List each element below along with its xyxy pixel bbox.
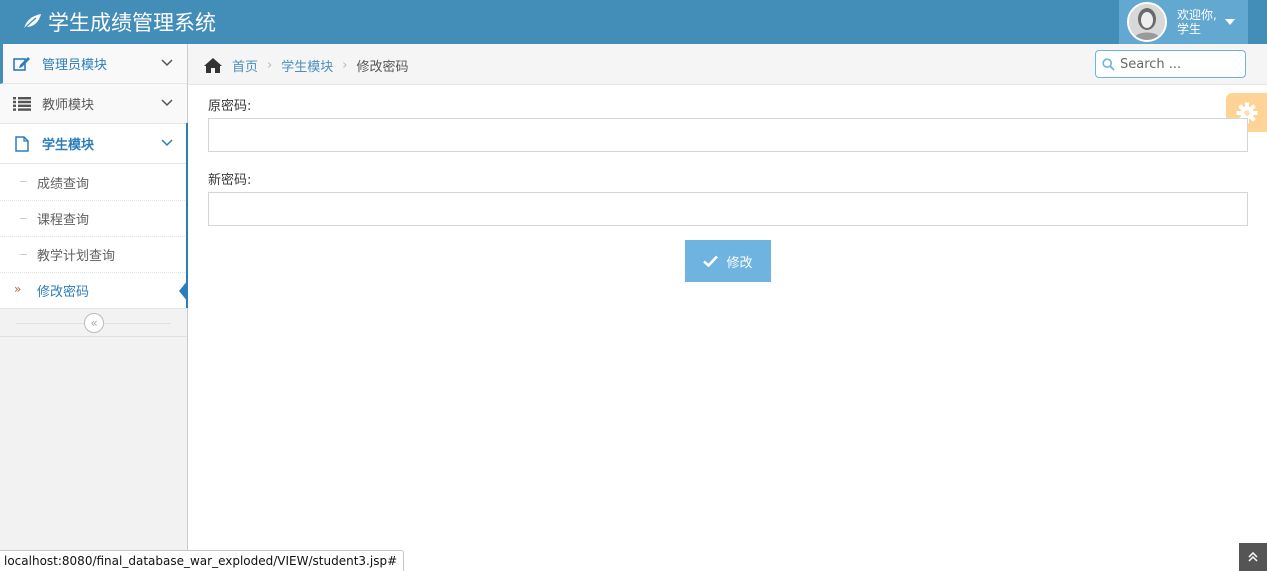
brand[interactable]: 学生成绩管理系统 [22, 8, 216, 36]
dash-icon [20, 218, 27, 219]
sidebar-collapse-bar: « [0, 309, 187, 337]
sidebar-item-label: 学生模块 [42, 138, 95, 153]
sidebar-item-label: 教师模块 [42, 98, 95, 113]
home-icon [204, 58, 222, 73]
chevron-down-icon [161, 99, 173, 107]
new-password-field[interactable] [208, 192, 1248, 226]
submenu-item-label: 课程查询 [37, 213, 90, 228]
submenu-item-label: 教学计划查询 [37, 249, 116, 264]
user-menu[interactable]: 欢迎你, 学生 [1119, 0, 1248, 44]
old-password-field[interactable] [208, 118, 1248, 152]
submenu-item-grades[interactable]: 成绩查询 [0, 164, 187, 200]
search-input[interactable] [1120, 56, 1240, 72]
list-icon [12, 95, 32, 113]
submenu-item-label: 成绩查询 [37, 176, 90, 192]
avatar [1127, 2, 1167, 42]
submenu-item-teaching-plan[interactable]: 教学计划查询 [0, 236, 187, 272]
sidebar-item-student[interactable]: 学生模块 [0, 123, 188, 164]
submenu-item-change-password[interactable]: » 修改密码 [0, 272, 188, 308]
collapse-sidebar-button[interactable]: « [84, 313, 104, 333]
scroll-to-top-button[interactable] [1239, 543, 1267, 571]
status-bar-url: localhost:8080/final_database_war_explod… [0, 550, 405, 571]
double-angle-up-icon [1248, 552, 1258, 562]
chevron-down-icon [161, 139, 173, 147]
search-icon [1102, 57, 1115, 71]
double-angle-right-icon: » [14, 282, 22, 296]
sidebar-item-label: 管理员模块 [42, 58, 108, 73]
submit-button[interactable]: 修改 [685, 240, 771, 282]
top-navbar: 学生成绩管理系统 欢迎你, 学生 [0, 0, 1267, 44]
new-password-label: 新密码: [208, 173, 252, 188]
edit-icon [12, 55, 32, 73]
leaf-icon [22, 14, 41, 31]
check-icon [703, 255, 719, 267]
sidebar-item-teacher[interactable]: 教师模块 [0, 84, 187, 124]
dash-icon [20, 181, 27, 182]
chevron-down-icon [161, 59, 173, 67]
breadcrumb-home-link[interactable]: 首页 [232, 56, 258, 75]
caret-down-icon [1225, 19, 1235, 25]
user-name: 学生 [1177, 22, 1202, 36]
sidebar-item-admin[interactable]: 管理员模块 [0, 44, 187, 84]
welcome-text: 欢迎你, 学生 [1177, 8, 1219, 36]
breadcrumb-current: 修改密码 [356, 60, 409, 75]
submenu-item-courses[interactable]: 课程查询 [0, 200, 187, 236]
breadcrumb-separator-icon: › [342, 58, 348, 73]
submenu-item-label: 修改密码 [37, 285, 90, 300]
breadcrumb-module-link[interactable]: 学生模块 [281, 56, 333, 75]
old-password-label: 原密码: [208, 99, 252, 114]
breadcrumb-bar: 首页 › 学生模块 › 修改密码 [188, 44, 1267, 85]
welcome-label: 欢迎你, [1177, 8, 1217, 22]
file-icon [12, 135, 32, 153]
breadcrumb: 首页 › 学生模块 › 修改密码 [204, 56, 408, 75]
breadcrumb-separator-icon: › [267, 58, 273, 73]
double-angle-left-icon: « [90, 316, 98, 330]
active-pointer [179, 280, 188, 302]
sidebar: 管理员模块 教师模块 学生模块 成绩查询 课程查询 教学计划查询 » 修改密码 … [0, 44, 188, 571]
submit-button-label: 修改 [726, 255, 753, 271]
app-title: 学生成绩管理系统 [48, 11, 216, 35]
search-box [1095, 50, 1246, 78]
dash-icon [20, 254, 27, 255]
student-submenu: 成绩查询 课程查询 教学计划查询 » 修改密码 [0, 164, 188, 309]
